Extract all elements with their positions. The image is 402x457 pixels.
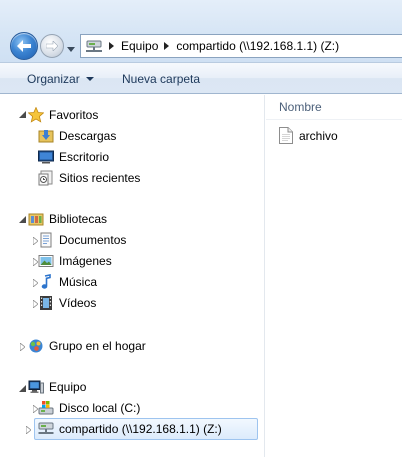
homegroup-icon xyxy=(28,338,44,354)
title-area: Equipo compartido (\\192.168.1.1) (Z:) xyxy=(0,0,402,62)
network-drive-icon xyxy=(38,421,54,437)
list-item[interactable]: archivo xyxy=(279,127,338,144)
tree-item-local-disk[interactable]: Disco local (C:) xyxy=(38,398,140,418)
organize-label: Organizar xyxy=(27,72,80,86)
film-strip-icon xyxy=(38,295,54,311)
tree-label: Grupo en el hogar xyxy=(49,339,146,353)
arrow-right-icon xyxy=(46,41,58,51)
pictures-icon xyxy=(38,253,54,269)
collapse-favorites-icon[interactable] xyxy=(18,110,26,119)
tree-label: Vídeos xyxy=(59,296,97,310)
breadcrumb-separator-icon[interactable] xyxy=(164,42,170,50)
tree-item-computer[interactable]: Equipo xyxy=(28,377,86,397)
breadcrumb-separator-icon[interactable] xyxy=(109,42,114,50)
tree-label: Disco local (C:) xyxy=(59,401,141,415)
forward-button[interactable] xyxy=(40,34,64,58)
arrow-left-icon xyxy=(17,40,31,52)
tree-item-homegroup[interactable]: Grupo en el hogar xyxy=(28,336,146,356)
expand-icon[interactable] xyxy=(18,342,26,351)
new-folder-button[interactable]: Nueva carpeta xyxy=(122,72,200,86)
navigation-pane[interactable]: Favoritos Descargas Escritorio Sitios re… xyxy=(0,95,265,457)
tree-label: Imágenes xyxy=(59,254,112,268)
tree-item-favorites[interactable]: Favoritos xyxy=(28,105,98,125)
documents-icon xyxy=(38,232,54,248)
new-folder-label: Nueva carpeta xyxy=(122,72,201,86)
command-bar: Organizar Nueva carpeta xyxy=(0,62,402,94)
chevron-down-icon xyxy=(85,77,94,81)
breadcrumb-equipo[interactable]: Equipo xyxy=(121,39,158,53)
network-drive-icon xyxy=(85,38,103,54)
tree-item-descargas[interactable]: Descargas xyxy=(38,126,116,146)
tree-label: compartido (\\192.168.1.1) (Z:) xyxy=(59,422,222,436)
divider xyxy=(266,119,402,120)
tree-label: Documentos xyxy=(59,233,127,247)
collapse-libraries-icon[interactable] xyxy=(18,215,26,224)
breadcrumb-compartido[interactable]: compartido (\\192.168.1.1) (Z:) xyxy=(176,39,339,53)
tree-label: Música xyxy=(59,275,98,289)
computer-icon xyxy=(28,379,44,395)
tree-item-sitios-recientes[interactable]: Sitios recientes xyxy=(38,168,140,188)
file-name: archivo xyxy=(299,128,338,143)
tree-item-musica[interactable]: Música xyxy=(38,272,97,292)
address-bar[interactable]: Equipo compartido (\\192.168.1.1) (Z:) xyxy=(80,34,402,58)
tree-item-videos[interactable]: Vídeos xyxy=(38,293,96,313)
collapse-computer-icon[interactable] xyxy=(18,384,26,393)
tree-item-imagenes[interactable]: Imágenes xyxy=(38,251,112,271)
back-button[interactable] xyxy=(10,32,38,60)
tree-label: Bibliotecas xyxy=(49,212,108,226)
local-disk-icon xyxy=(38,400,54,416)
chevron-down-icon xyxy=(67,47,75,52)
column-header-name[interactable]: Nombre xyxy=(279,100,322,114)
tree-item-libraries[interactable]: Bibliotecas xyxy=(28,209,107,229)
tree-label: Sitios recientes xyxy=(59,171,141,185)
tree-item-network-drive[interactable]: compartido (\\192.168.1.1) (Z:) xyxy=(34,418,258,440)
tree-item-escritorio[interactable]: Escritorio xyxy=(38,147,109,167)
organize-button[interactable]: Organizar xyxy=(27,72,94,86)
libraries-icon xyxy=(28,211,44,227)
music-note-icon xyxy=(38,274,54,290)
desktop-icon xyxy=(38,149,54,165)
star-icon xyxy=(28,107,44,123)
tree-label: Descargas xyxy=(59,129,117,143)
downloads-folder-icon xyxy=(38,128,54,144)
recent-pages-button[interactable] xyxy=(67,42,75,52)
tree-item-documentos[interactable]: Documentos xyxy=(38,230,126,250)
file-list[interactable]: Nombre archivo xyxy=(266,95,402,457)
recent-places-icon xyxy=(38,170,54,186)
tree-label: Escritorio xyxy=(59,150,110,164)
expand-icon[interactable] xyxy=(24,425,32,434)
tree-label: Favoritos xyxy=(49,108,99,122)
file-icon xyxy=(279,127,293,144)
tree-label: Equipo xyxy=(49,380,87,394)
